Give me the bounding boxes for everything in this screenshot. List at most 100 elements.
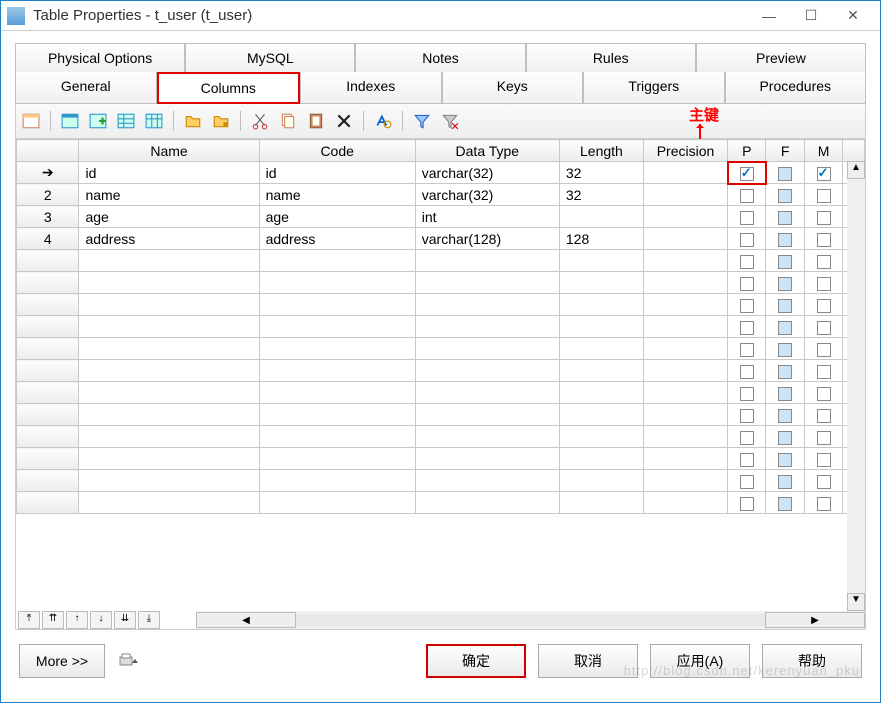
checkbox-f[interactable] bbox=[778, 409, 792, 423]
cell-length[interactable]: 128 bbox=[559, 228, 643, 250]
cancel-button[interactable]: 取消 bbox=[538, 644, 638, 678]
tab-triggers[interactable]: Triggers bbox=[583, 72, 725, 104]
row-number[interactable] bbox=[17, 250, 79, 272]
table-row[interactable] bbox=[17, 250, 865, 272]
cell-code[interactable]: name bbox=[259, 184, 415, 206]
checkbox-p[interactable] bbox=[740, 167, 754, 181]
scroll-up-icon[interactable]: ▲ bbox=[847, 161, 865, 179]
cell-code[interactable]: id bbox=[259, 162, 415, 184]
row-number[interactable]: ➔ bbox=[17, 162, 79, 184]
cell-p[interactable] bbox=[728, 184, 766, 206]
cell-m[interactable] bbox=[804, 228, 842, 250]
cell-length[interactable]: 32 bbox=[559, 162, 643, 184]
cell-datatype[interactable]: int bbox=[415, 206, 559, 228]
checkbox-m[interactable] bbox=[817, 189, 831, 203]
checkbox-p[interactable] bbox=[740, 431, 754, 445]
tab-procedures[interactable]: Procedures bbox=[725, 72, 867, 104]
cell-f[interactable] bbox=[766, 162, 804, 184]
col-header-m[interactable]: M bbox=[804, 140, 842, 162]
checkbox-f[interactable] bbox=[778, 233, 792, 247]
row-number[interactable] bbox=[17, 382, 79, 404]
table-row[interactable]: 4 address address varchar(128) 128 bbox=[17, 228, 865, 250]
table-row[interactable] bbox=[17, 272, 865, 294]
cell-precision[interactable] bbox=[643, 228, 727, 250]
cell-code[interactable]: age bbox=[259, 206, 415, 228]
close-button[interactable]: ✕ bbox=[832, 4, 874, 28]
cell-name[interactable]: address bbox=[79, 228, 259, 250]
scroll-down-icon[interactable]: ▼ bbox=[847, 593, 865, 611]
print-dropdown-icon[interactable] bbox=[117, 649, 141, 673]
cell-f[interactable] bbox=[766, 184, 804, 206]
scroll-left-icon[interactable]: ◀ bbox=[196, 612, 296, 628]
table-row[interactable]: 2 name name varchar(32) 32 bbox=[17, 184, 865, 206]
table-row[interactable] bbox=[17, 448, 865, 470]
col-header-datatype[interactable]: Data Type bbox=[415, 140, 559, 162]
row-number[interactable] bbox=[17, 492, 79, 514]
cell-code[interactable]: address bbox=[259, 228, 415, 250]
col-header-code[interactable]: Code bbox=[259, 140, 415, 162]
table-row[interactable] bbox=[17, 404, 865, 426]
move-down-icon[interactable]: ↓ bbox=[90, 611, 112, 629]
tab-mysql[interactable]: MySQL bbox=[185, 43, 355, 72]
minimize-button[interactable]: — bbox=[748, 4, 790, 28]
cell-datatype[interactable]: varchar(32) bbox=[415, 162, 559, 184]
row-number[interactable] bbox=[17, 294, 79, 316]
checkbox-p[interactable] bbox=[740, 211, 754, 225]
table-row[interactable] bbox=[17, 294, 865, 316]
checkbox-m[interactable] bbox=[817, 321, 831, 335]
checkbox-p[interactable] bbox=[740, 497, 754, 511]
checkbox-m[interactable] bbox=[817, 387, 831, 401]
cell-f[interactable] bbox=[766, 228, 804, 250]
row-number[interactable]: 3 bbox=[17, 206, 79, 228]
col-header-precision[interactable]: Precision bbox=[643, 140, 727, 162]
checkbox-m[interactable] bbox=[817, 299, 831, 313]
cell-p[interactable] bbox=[728, 162, 766, 184]
checkbox-p[interactable] bbox=[740, 299, 754, 313]
cell-f[interactable] bbox=[766, 206, 804, 228]
checkbox-p[interactable] bbox=[740, 343, 754, 357]
table-row[interactable] bbox=[17, 316, 865, 338]
tab-notes[interactable]: Notes bbox=[355, 43, 525, 72]
properties-icon[interactable] bbox=[20, 110, 42, 132]
checkbox-f[interactable] bbox=[778, 189, 792, 203]
columns-grid[interactable]: Name Code Data Type Length Precision P F… bbox=[16, 139, 865, 514]
help-button[interactable]: 帮助 bbox=[762, 644, 862, 678]
folder-key-icon[interactable] bbox=[210, 110, 232, 132]
tab-columns[interactable]: Columns bbox=[157, 72, 301, 104]
insert-row-icon[interactable] bbox=[59, 110, 81, 132]
checkbox-f[interactable] bbox=[778, 387, 792, 401]
checkbox-p[interactable] bbox=[740, 365, 754, 379]
row-number[interactable] bbox=[17, 426, 79, 448]
checkbox-m[interactable] bbox=[817, 475, 831, 489]
col-header-length[interactable]: Length bbox=[559, 140, 643, 162]
tab-physical-options[interactable]: Physical Options bbox=[15, 43, 185, 72]
table-row[interactable] bbox=[17, 360, 865, 382]
row-number[interactable]: 4 bbox=[17, 228, 79, 250]
apply-button[interactable]: 应用(A) bbox=[650, 644, 750, 678]
checkbox-m[interactable] bbox=[817, 453, 831, 467]
checkbox-f[interactable] bbox=[778, 475, 792, 489]
checkbox-m[interactable] bbox=[817, 255, 831, 269]
checkbox-m[interactable] bbox=[817, 343, 831, 357]
maximize-button[interactable]: ☐ bbox=[790, 4, 832, 28]
cell-p[interactable] bbox=[728, 228, 766, 250]
row-number[interactable] bbox=[17, 404, 79, 426]
checkbox-p[interactable] bbox=[740, 475, 754, 489]
row-number[interactable] bbox=[17, 338, 79, 360]
checkbox-f[interactable] bbox=[778, 321, 792, 335]
checkbox-f[interactable] bbox=[778, 431, 792, 445]
checkbox-p[interactable] bbox=[740, 255, 754, 269]
tab-keys[interactable]: Keys bbox=[442, 72, 584, 104]
checkbox-f[interactable] bbox=[778, 211, 792, 225]
checkbox-m[interactable] bbox=[817, 431, 831, 445]
scroll-right-icon[interactable]: ▶ bbox=[765, 612, 865, 628]
checkbox-m[interactable] bbox=[817, 211, 831, 225]
table-row[interactable] bbox=[17, 382, 865, 404]
cell-m[interactable] bbox=[804, 184, 842, 206]
copy-icon[interactable] bbox=[277, 110, 299, 132]
grid-icon[interactable] bbox=[115, 110, 137, 132]
checkbox-p[interactable] bbox=[740, 387, 754, 401]
checkbox-f[interactable] bbox=[778, 497, 792, 511]
checkbox-f[interactable] bbox=[778, 453, 792, 467]
cell-precision[interactable] bbox=[643, 162, 727, 184]
